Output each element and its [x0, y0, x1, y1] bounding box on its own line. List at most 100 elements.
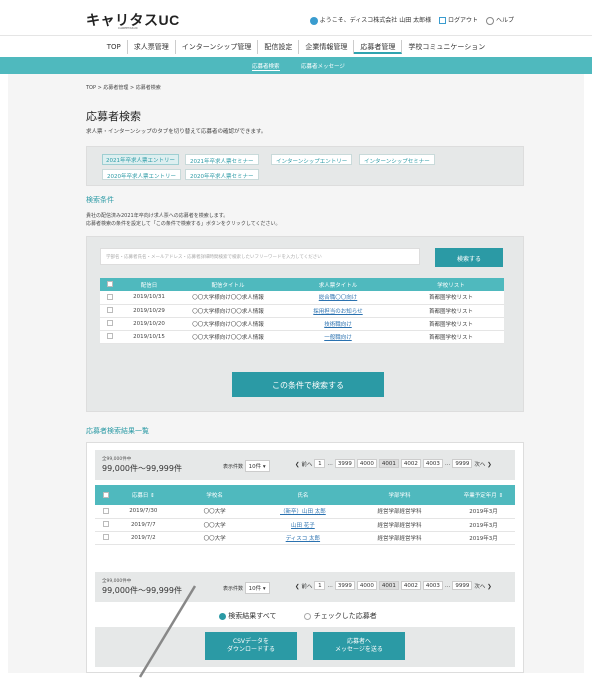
search-cond-desc-2: 応募者検索の条件を設定して「この条件で検索する」ボタンをクリックしてください。 [86, 221, 281, 227]
row-checkbox[interactable] [102, 521, 109, 528]
per-page-value: 10件 [248, 464, 262, 470]
row-checkbox[interactable] [102, 508, 109, 514]
ellipsis: … [327, 460, 333, 467]
tab-intern-seminar[interactable]: インターンシップセミナー [359, 154, 435, 165]
page-button[interactable]: 9999 [452, 581, 473, 590]
sort-icon[interactable]: ⇕ [150, 493, 155, 499]
row-checkbox[interactable] [107, 333, 113, 340]
page-button[interactable]: 4000 [356, 459, 377, 468]
page-title: 応募者検索 [86, 110, 141, 123]
radio-all[interactable]: 検索結果すべて [219, 611, 276, 621]
row-checkbox[interactable] [107, 294, 113, 300]
table-row[interactable]: 2019/7/2 〇〇大学 ディスコ 太郎 経営学部経営学科 2019年3月 [95, 531, 515, 545]
page-button[interactable]: 1 [314, 459, 326, 468]
cell-faculty: 経営学部経営学科 [346, 531, 452, 545]
main-content: TOP > 応募者管理 > 応募者検索 応募者検索 求人票・インターンシップのタ… [8, 74, 584, 678]
table-row[interactable]: 2019/10/29 〇〇大学様向け〇〇求人情報 採用担当のお知らせ 首都圏学校リスト [100, 304, 504, 318]
cell-title: 〇〇大学様向け〇〇求人情報 [178, 304, 278, 318]
table-row[interactable]: 2019/10/15 〇〇大学様向け〇〇求人情報 一般職向け 首都圏学校リスト [100, 330, 504, 344]
per-page-label: 表示件数 [223, 464, 244, 470]
tab-intern-entry[interactable]: インターンシップエントリー [271, 154, 353, 165]
col-delivery-title: 配信タイトル [178, 278, 278, 291]
nav-company[interactable]: 企業情報管理 [299, 40, 355, 54]
search-condition-box: 学部名・応募者氏名・メールアドレス・応募者詳細時間検索で検索したいフリーワードを… [86, 236, 524, 412]
subnav-message[interactable]: 応募者メッセージ [301, 62, 345, 70]
tab-2021-seminar[interactable]: 2021年卒求人票セミナー [185, 154, 259, 165]
nav-applicants[interactable]: 応募者管理 [354, 40, 403, 54]
cell-date: 2019/10/29 [120, 304, 178, 318]
table-row[interactable]: 2019/10/31 〇〇大学様向け〇〇求人情報 総合職〇〇向け 首都圏学校リスト [100, 291, 504, 305]
tab-2020-entry[interactable]: 2020年卒求人票エントリー [102, 169, 181, 180]
cell-title: 〇〇大学様向け〇〇求人情報 [178, 291, 278, 305]
help-link[interactable]: ヘルプ [486, 15, 514, 25]
page-button[interactable]: 9999 [452, 459, 473, 468]
tab-2020-seminar[interactable]: 2020年卒求人票セミナー [185, 169, 259, 180]
page-button[interactable]: 4003 [422, 459, 443, 468]
col-graduation[interactable]: 卒業予定年月 ⇕ [451, 485, 515, 505]
next-link[interactable]: 次へ ❯ [474, 460, 491, 468]
prev-link[interactable]: ❮ 前へ [295, 460, 312, 468]
pager-top: ❮ 前へ 1… 3999 4000 4001 4002 4003… 9999 次へ ❯ [295, 459, 492, 468]
send-message-button[interactable]: 応募者へ メッセージを送る [313, 632, 405, 660]
csv-label-2: ダウンロードする [226, 646, 275, 653]
nav-top[interactable]: TOP [101, 40, 128, 54]
select-all-checkbox[interactable] [102, 491, 109, 498]
cell-graduation: 2019年3月 [451, 518, 515, 532]
cell-job-link[interactable]: 一般職向け [278, 330, 398, 344]
table-row[interactable]: 2019/7/30 〇〇大学 （新卒）山田 太郎 経営学部経営学科 2019年3月 [95, 505, 515, 519]
nav-school[interactable]: 学校コミュニケーション [402, 40, 491, 54]
count-label-top: 全99,000件中 [102, 457, 132, 462]
nav-job[interactable]: 求人票管理 [128, 40, 176, 54]
pager-bottom: ❮ 前へ 1… 3999 4000 4001 4002 4003… 9999 次へ ❯ [295, 581, 492, 590]
page-button[interactable]: 4003 [422, 581, 443, 590]
next-label: 次へ [474, 461, 486, 468]
csv-download-button[interactable]: CSVデータを ダウンロードする [205, 632, 297, 660]
target-radio-group: 検索結果すべて チェックした応募者 [219, 611, 377, 621]
prev-link[interactable]: ❮ 前へ [295, 582, 312, 590]
keyword-input[interactable]: 学部名・応募者氏名・メールアドレス・応募者詳細時間検索で検索したいフリーワードを… [100, 248, 420, 265]
cell-job-link[interactable]: 総合職〇〇向け [278, 291, 398, 305]
row-checkbox[interactable] [102, 534, 109, 541]
current-page: 4001 [378, 459, 399, 468]
results-title: 応募者検索結果一覧 [86, 427, 149, 435]
nav-intern[interactable]: インターンシップ管理 [176, 40, 259, 54]
cell-school: 〇〇大学 [170, 531, 259, 545]
table-row[interactable]: 2019/7/7 〇〇大学 山田 花子 経営学部経営学科 2019年3月 [95, 518, 515, 532]
cell-job-link[interactable]: 技術職向け [278, 317, 398, 331]
per-page-select[interactable]: 10件 ▾ [244, 582, 270, 594]
header-right: ようこそ、ディスコ株式会社 山田 太郎様 ログアウト ヘルプ [309, 15, 514, 25]
help-icon [486, 16, 495, 25]
cell-name-link[interactable]: ディスコ 太郎 [258, 531, 347, 545]
next-link[interactable]: 次へ ❯ [474, 582, 491, 590]
select-all-checkbox[interactable] [107, 281, 113, 288]
nav-delivery[interactable]: 配信設定 [258, 40, 300, 54]
table-row[interactable]: 2019/10/20 〇〇大学様向け〇〇求人情報 技術職向け 首都圏学校リスト [100, 317, 504, 331]
next-label: 次へ [474, 583, 486, 590]
sort-icon[interactable]: ⇕ [499, 493, 504, 499]
welcome: ようこそ、ディスコ株式会社 山田 太郎様 [309, 15, 431, 25]
page-button[interactable]: 4002 [400, 459, 421, 468]
radio-checked-label: チェックした応募者 [313, 612, 377, 620]
submit-search-button[interactable]: この条件で検索する [232, 372, 384, 397]
logout-link[interactable]: ログアウト [439, 15, 478, 25]
row-checkbox[interactable] [107, 320, 113, 327]
row-checkbox[interactable] [107, 307, 113, 314]
subnav-search[interactable]: 応募者検索 [252, 62, 280, 71]
cell-job-link[interactable]: 採用担当のお知らせ [278, 304, 398, 318]
page-button[interactable]: 3999 [334, 581, 355, 590]
col-apply-date[interactable]: 応募日 ⇕ [116, 485, 171, 505]
per-page-select[interactable]: 10件 ▾ [244, 460, 270, 472]
per-page-value: 10件 [248, 586, 262, 592]
search-button[interactable]: 検索する [435, 248, 503, 267]
page-button[interactable]: 3999 [334, 459, 355, 468]
radio-checked[interactable]: チェックした応募者 [304, 611, 377, 621]
delivery-table: 配信日 配信タイトル 求人票タイトル 学校リスト 2019/10/31 〇〇大学様… [100, 278, 504, 344]
tab-2021-entry[interactable]: 2021年卒求人票エントリー [102, 154, 179, 165]
cell-name-link[interactable]: （新卒）山田 太郎 [258, 505, 347, 519]
pointer-line [138, 585, 197, 678]
page-button[interactable]: 4002 [400, 581, 421, 590]
cell-school: 首都圏学校リスト [398, 304, 504, 318]
page-button[interactable]: 4000 [356, 581, 377, 590]
cell-name-link[interactable]: 山田 花子 [258, 518, 347, 532]
page-button[interactable]: 1 [314, 581, 326, 590]
